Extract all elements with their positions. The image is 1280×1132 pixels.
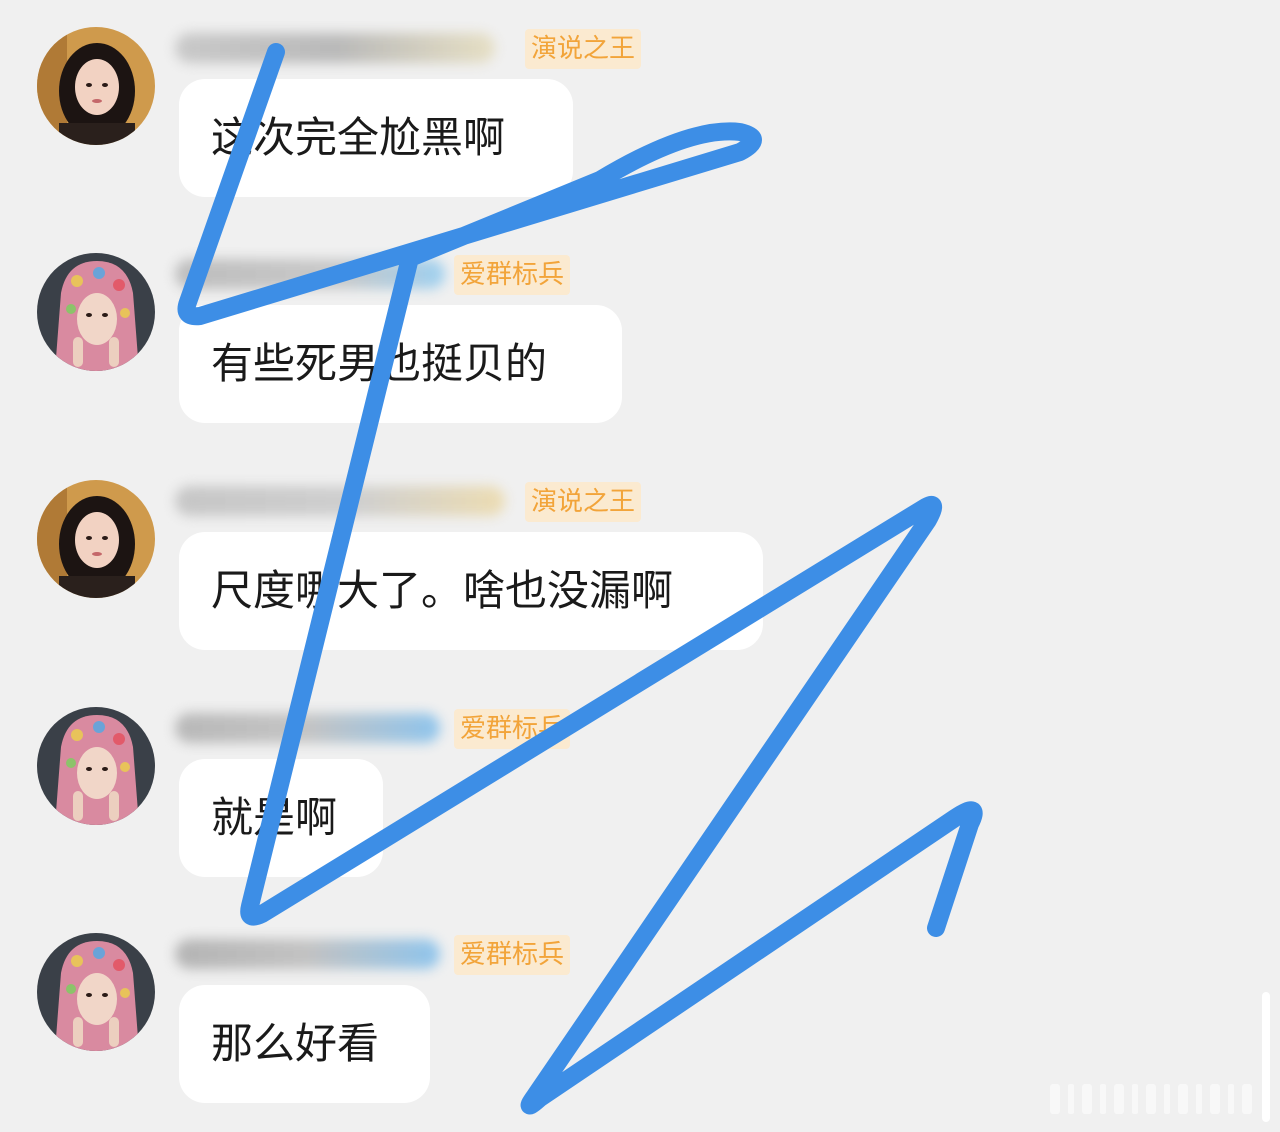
member-badge: 演说之王: [525, 482, 642, 522]
sender-name-blurred: [175, 939, 440, 969]
chat-area: 演说之王 这次完全尬黑啊 爱群标兵 有些死男也挺贝的 演说之王 尺度哪大了。啥也…: [0, 0, 1280, 1132]
avatar-portrait-image: [37, 480, 155, 598]
avatar-knit-hood-image: [37, 253, 155, 371]
message-bubble[interactable]: 那么好看: [179, 985, 430, 1103]
member-badge: 爱群标兵: [454, 709, 571, 749]
avatar-knit-hood-image: [37, 933, 155, 1051]
message-item: 爱群标兵 就是啊: [0, 707, 1280, 937]
member-badge: 演说之王: [525, 29, 642, 69]
avatar[interactable]: [37, 480, 155, 598]
sender-name-blurred: [175, 33, 495, 63]
member-badge: 爱群标兵: [454, 255, 571, 295]
message-bubble[interactable]: 尺度哪大了。啥也没漏啊: [179, 532, 763, 650]
message-bubble[interactable]: 有些死男也挺贝的: [179, 305, 622, 423]
message-item: 演说之王 尺度哪大了。啥也没漏啊: [0, 480, 1280, 710]
message-item: 爱群标兵 有些死男也挺贝的: [0, 253, 1280, 483]
avatar[interactable]: [37, 27, 155, 145]
avatar-knit-hood-image: [37, 707, 155, 825]
avatar-portrait-image: [37, 27, 155, 145]
message-bubble[interactable]: 这次完全尬黑啊: [179, 79, 573, 197]
avatar[interactable]: [37, 253, 155, 371]
avatar[interactable]: [37, 933, 155, 1051]
message-item: 演说之王 这次完全尬黑啊: [0, 27, 1280, 257]
sender-name-blurred: [175, 713, 440, 743]
watermark-stripes: [1050, 1084, 1252, 1114]
sender-name-blurred: [175, 259, 445, 289]
avatar[interactable]: [37, 707, 155, 825]
message-bubble[interactable]: 就是啊: [179, 759, 383, 877]
sender-name-blurred: [175, 486, 505, 516]
member-badge: 爱群标兵: [454, 935, 571, 975]
